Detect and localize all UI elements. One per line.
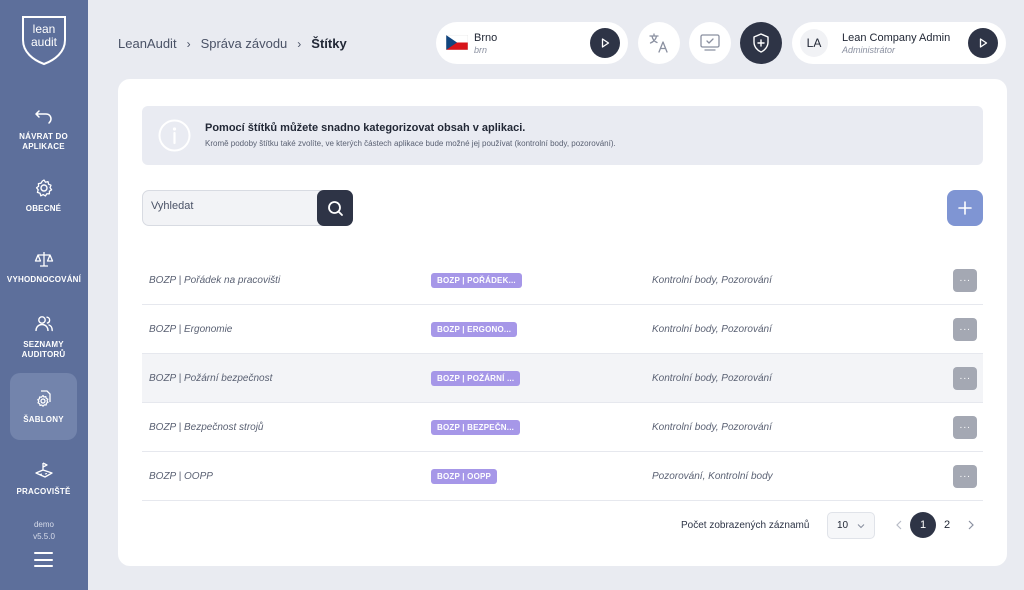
environment-label: demo xyxy=(33,520,54,529)
prev-page-icon[interactable] xyxy=(894,519,904,531)
location-code: brn xyxy=(474,45,488,55)
sidebar-item-general[interactable]: Obecné xyxy=(10,178,77,218)
info-text: Kromě podoby štítku také zvolíte, ve kte… xyxy=(205,139,616,148)
breadcrumb-chevron-icon: › xyxy=(297,36,302,51)
table-row[interactable]: BOZP | Ergonomie BOZP | ERGONO... Kontro… xyxy=(142,305,983,354)
user-role: Administrátor xyxy=(842,45,896,55)
tags-card: Pomocí štítků můžete snadno kategorizova… xyxy=(118,79,1007,566)
page-size-select[interactable]: 10 xyxy=(827,512,875,539)
sidebar-item-templates[interactable]: Šablony xyxy=(10,373,77,440)
menu-toggle-button[interactable] xyxy=(34,552,53,567)
tag-usage: Kontrolní body, Pozorování xyxy=(652,421,772,433)
search-icon xyxy=(327,200,343,216)
play-icon xyxy=(979,38,988,48)
version-label: v5.5.0 xyxy=(33,532,55,541)
tag-usage: Kontrolní body, Pozorování xyxy=(652,372,772,384)
tags-table: BOZP | Pořádek na pracovišti BOZP | POŘÁ… xyxy=(142,256,983,501)
czech-flag-icon xyxy=(446,35,468,50)
search-box xyxy=(142,190,353,226)
hamburger-icon xyxy=(34,552,53,554)
next-page-icon[interactable] xyxy=(966,519,976,531)
location-play-button[interactable] xyxy=(590,28,620,58)
sidebar-item-auditor-lists[interactable]: Seznamy auditorů xyxy=(10,314,77,364)
tag-name: BOZP | Pořádek na pracovišti xyxy=(149,274,281,286)
row-more-button[interactable]: ··· xyxy=(953,268,977,292)
row-more-button[interactable]: ··· xyxy=(953,317,977,341)
tag-name: BOZP | OOPP xyxy=(149,470,213,482)
row-more-button[interactable]: ··· xyxy=(953,366,977,390)
sidebar-item-back-to-app[interactable]: Návrat do aplikace xyxy=(10,104,77,154)
workplace-icon xyxy=(34,462,53,478)
tag-name: BOZP | Požární bezpečnost xyxy=(149,372,273,384)
page-button-1[interactable]: 1 xyxy=(910,512,936,538)
avatar: LA xyxy=(800,29,828,57)
row-more-button[interactable]: ··· xyxy=(953,464,977,488)
tag-badge: BOZP | OOPP xyxy=(431,468,498,484)
svg-text:lean: lean xyxy=(33,22,56,36)
leanaudit-logo[interactable]: lean audit xyxy=(19,14,69,66)
tag-usage: Kontrolní body, Pozorování xyxy=(652,274,772,286)
page-size-label: Počet zobrazených záznamů xyxy=(681,520,810,531)
tag-usage: Pozorování, Kontrolní body xyxy=(652,470,773,482)
admin-shield-button[interactable] xyxy=(740,22,782,64)
tag-badge: BOZP | BEZPEČN... xyxy=(431,419,521,435)
add-tag-button[interactable] xyxy=(947,190,983,226)
tag-badge: BOZP | ERGONO... xyxy=(431,321,518,337)
info-icon xyxy=(158,119,191,152)
user-name: Lean Company Admin xyxy=(842,32,951,44)
breadcrumb-chevron-icon: › xyxy=(186,36,191,51)
undo-icon xyxy=(34,110,52,124)
plus-icon xyxy=(958,201,972,215)
chevron-down-icon xyxy=(857,524,865,529)
play-icon xyxy=(601,38,610,48)
svg-text:audit: audit xyxy=(31,35,58,49)
gear-icon xyxy=(35,179,52,197)
location-selector[interactable]: Brno brn xyxy=(436,22,628,64)
info-banner: Pomocí štítků můžete snadno kategorizova… xyxy=(142,106,983,165)
info-title: Pomocí štítků můžete snadno kategorizova… xyxy=(205,122,526,134)
location-name: Brno xyxy=(474,32,498,44)
tag-name: BOZP | Ergonomie xyxy=(149,323,233,335)
table-row[interactable]: BOZP | OOPP BOZP | OOPP Pozorování, Kont… xyxy=(142,452,983,501)
tag-badge: BOZP | POŘÁDEK... xyxy=(431,272,522,288)
page-button-2[interactable]: 2 xyxy=(934,512,960,538)
breadcrumb-item-tags: Štítky xyxy=(311,36,347,51)
table-row[interactable]: BOZP | Požární bezpečnost BOZP | POŽÁRNÍ… xyxy=(142,354,983,403)
translate-button[interactable] xyxy=(638,22,680,64)
user-menu[interactable]: LA Lean Company Admin Administrátor xyxy=(792,22,1006,64)
user-play-button[interactable] xyxy=(968,28,998,58)
table-row[interactable]: BOZP | Pořádek na pracovišti BOZP | POŘÁ… xyxy=(142,256,983,305)
row-more-button[interactable]: ··· xyxy=(953,415,977,439)
sidebar: lean audit Návrat do aplikace Obecné Vyh… xyxy=(0,0,88,590)
tag-badge: BOZP | POŽÁRNÍ ... xyxy=(431,370,521,386)
template-gear-icon xyxy=(36,389,51,407)
sidebar-item-workplace[interactable]: Pracoviště xyxy=(10,461,77,501)
users-icon xyxy=(34,316,53,332)
monitor-check-icon xyxy=(700,34,720,51)
tag-name: BOZP | Bezpečnost strojů xyxy=(149,421,264,433)
scale-icon xyxy=(34,252,54,267)
shield-plus-icon xyxy=(753,33,769,53)
page-size-value: 10 xyxy=(837,520,849,531)
breadcrumb-item-leanaudit[interactable]: LeanAudit xyxy=(118,36,177,51)
table-row[interactable]: BOZP | Bezpečnost strojů BOZP | BEZPEČN.… xyxy=(142,403,983,452)
sidebar-item-evaluation[interactable]: Vyhodnocování xyxy=(6,249,82,289)
screen-mode-button[interactable] xyxy=(689,22,731,64)
search-button[interactable] xyxy=(317,190,353,226)
translate-icon xyxy=(649,33,668,53)
breadcrumb: LeanAudit › Správa závodu › Štítky xyxy=(118,36,347,51)
search-input[interactable] xyxy=(151,200,311,212)
breadcrumb-item-plant-management[interactable]: Správa závodu xyxy=(201,36,288,51)
tag-usage: Kontrolní body, Pozorování xyxy=(652,323,772,335)
